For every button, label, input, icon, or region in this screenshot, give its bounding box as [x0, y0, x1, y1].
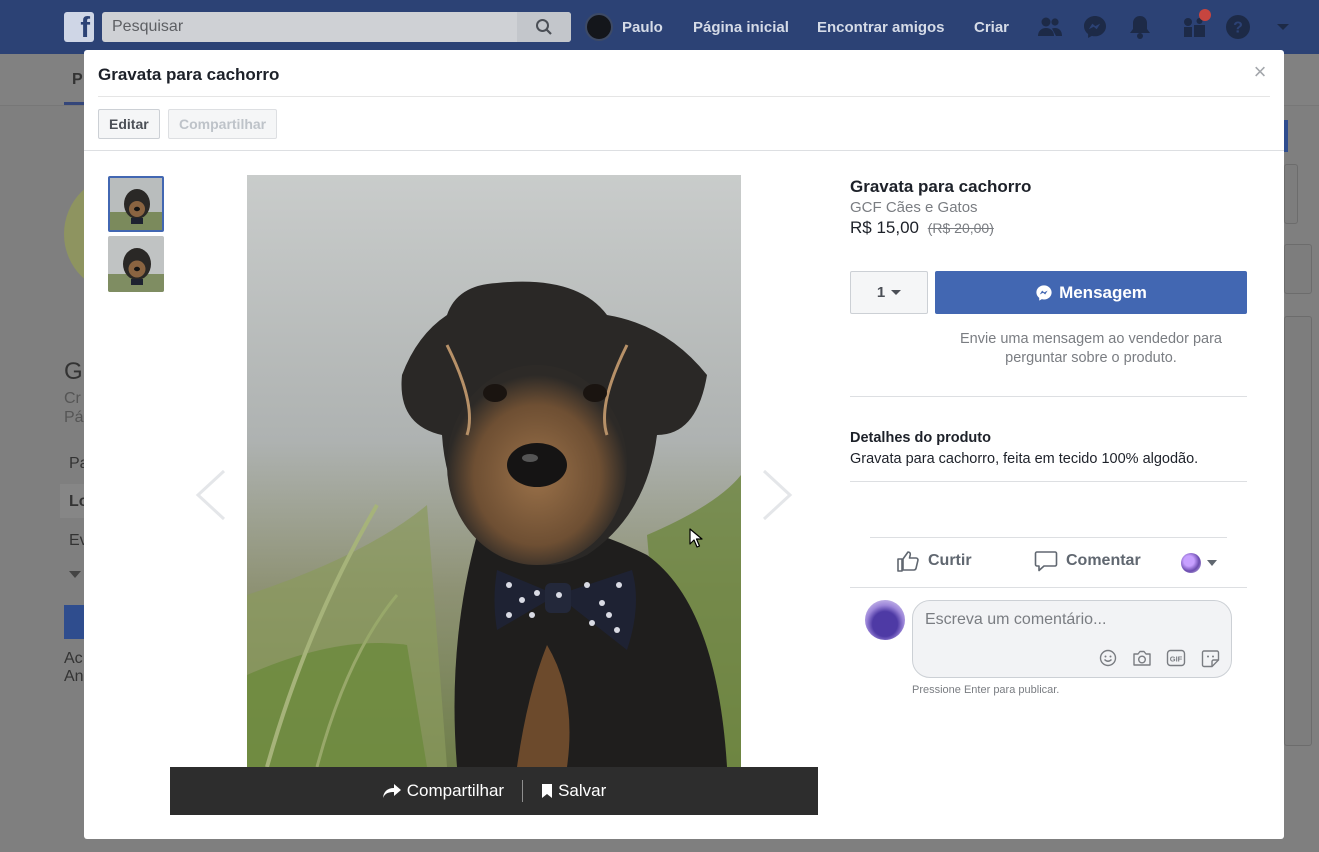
dialog-header: Gravata para cachorro × [98, 50, 1270, 97]
product-details-heading: Detalhes do produto [850, 430, 991, 446]
image-action-bar: Compartilhar Salvar [170, 767, 818, 815]
divider [850, 481, 1247, 482]
background-page-name: G [64, 358, 83, 385]
comment-label: Comentar [1066, 552, 1141, 569]
dog-thumbnail-image [110, 178, 162, 230]
background-tab-indicator [64, 102, 84, 105]
thumbs-up-icon [897, 551, 919, 572]
dialog-toolbar: Editar Compartilhar [84, 97, 1284, 151]
share-photo-label: Compartilhar [406, 781, 505, 800]
message-button-label: Mensagem [1059, 282, 1147, 302]
background-blue-button [1284, 120, 1288, 152]
nav-create-link[interactable]: Criar [974, 19, 1009, 36]
bookmark-icon [542, 784, 553, 798]
dialog-title: Gravata para cachorro [98, 65, 280, 84]
background-text: Pá [64, 409, 84, 426]
notifications-bell-icon[interactable] [1127, 14, 1153, 40]
nav-home-link[interactable]: Página inicial [693, 19, 789, 36]
product-thumbnail-2[interactable] [108, 236, 164, 292]
help-icon[interactable]: ? [1225, 14, 1251, 40]
comment-hint-text: Pressione Enter para publicar. [912, 684, 1060, 696]
save-photo-label: Salvar [558, 781, 607, 800]
camera-icon[interactable] [1131, 647, 1153, 669]
quantity-select[interactable]: 1 [850, 271, 928, 314]
background-card [1284, 244, 1312, 294]
chevron-down-icon [891, 290, 902, 295]
friend-requests-icon[interactable] [1037, 14, 1063, 40]
background-caret-icon [69, 571, 81, 578]
share-photo-button[interactable]: Compartilhar [382, 781, 504, 801]
product-title: Gravata para cachorro [850, 177, 1032, 196]
save-photo-button[interactable]: Salvar [541, 781, 606, 801]
svg-text:GIF: GIF [1170, 655, 1183, 664]
comment-input[interactable] [925, 609, 1215, 631]
current-price: R$ 15,00 [850, 218, 919, 237]
background-card [1284, 316, 1312, 746]
divider [870, 537, 1227, 538]
product-dialog: Gravata para cachorro × Editar Compartil… [84, 50, 1284, 839]
comment-bubble-icon [1034, 551, 1058, 572]
like-label: Curtir [928, 552, 972, 569]
product-photo [247, 175, 741, 767]
messenger-icon[interactable] [1082, 14, 1108, 40]
svg-text:?: ? [1233, 20, 1243, 37]
background-text: Ac [64, 650, 83, 667]
gif-icon[interactable]: GIF [1165, 647, 1187, 669]
comment-composer: GIF [912, 600, 1232, 678]
share-button-disabled[interactable]: Compartilhar [168, 109, 278, 139]
product-price: R$ 15,00 (R$ 20,00) [850, 218, 994, 238]
original-price: (R$ 20,00) [927, 220, 994, 236]
next-image-arrow-icon[interactable] [756, 465, 796, 525]
background-card [1284, 164, 1298, 224]
emoji-icon[interactable] [1097, 647, 1119, 669]
avatar [865, 600, 905, 640]
avatar [585, 13, 613, 41]
search-button[interactable] [517, 12, 571, 42]
profile-link[interactable] [585, 13, 613, 41]
share-arrow-icon [382, 784, 401, 798]
message-seller-button[interactable]: Mensagem [935, 271, 1247, 314]
top-navigation-bar: f Paulo Página inicial Encontrar amigos … [0, 0, 1319, 54]
message-help-text: Envie uma mensagem ao vendedor para perg… [960, 331, 1222, 366]
divider [850, 396, 1247, 397]
quantity-value: 1 [876, 284, 886, 301]
facebook-logo-icon[interactable]: f [64, 12, 94, 44]
dog-thumbnail-image [108, 236, 164, 292]
like-button[interactable]: Curtir [896, 550, 972, 572]
comment-button[interactable]: Comentar [1034, 550, 1141, 572]
avatar [1181, 553, 1201, 573]
edit-button[interactable]: Editar [98, 109, 160, 139]
previous-image-arrow-icon[interactable] [192, 465, 232, 525]
divider [850, 587, 1247, 588]
background-tab: P [72, 71, 83, 88]
divider [522, 780, 524, 802]
profile-name-link[interactable]: Paulo [622, 19, 663, 36]
chevron-down-icon [1207, 560, 1217, 566]
nav-find-friends-link[interactable]: Encontrar amigos [817, 19, 945, 36]
account-menu-chevron-down-icon[interactable] [1270, 14, 1296, 40]
search-input[interactable] [102, 12, 522, 42]
dog-with-bow-tie-image [247, 175, 741, 767]
sticker-icon[interactable] [1199, 647, 1221, 669]
notification-badge [1199, 9, 1211, 21]
background-text: An [64, 668, 84, 685]
background-text: Cr [64, 390, 81, 407]
mouse-cursor-icon [689, 528, 703, 553]
product-thumbnail-1[interactable] [108, 176, 164, 232]
close-icon[interactable]: × [1250, 61, 1270, 83]
messenger-icon [1036, 284, 1052, 301]
seller-name-link[interactable]: GCF Cães e Gatos [850, 199, 978, 216]
post-as-selector[interactable] [1181, 553, 1217, 573]
search-icon [536, 19, 552, 35]
product-details-text: Gravata para cachorro, feita em tecido 1… [850, 451, 1199, 467]
search-bar [102, 12, 571, 42]
